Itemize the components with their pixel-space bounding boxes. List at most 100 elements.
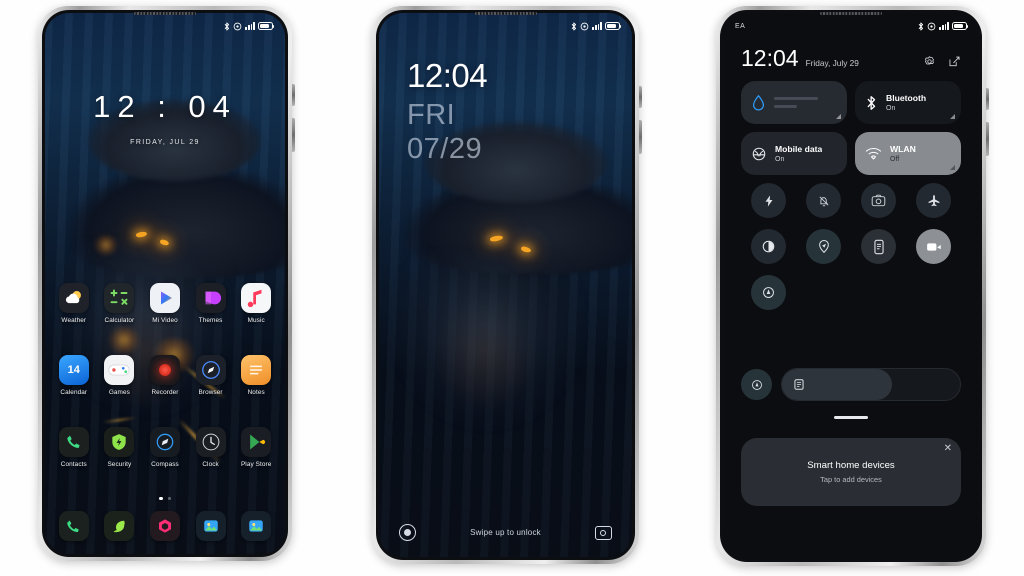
app-label: Music [247,317,265,324]
app-grid-row1: Weather Calculator Mi Video Themes Music [51,283,279,324]
phone-device-lock: 12:04 FRI 07/29 Swipe up to unlock [372,6,642,564]
home-date: FRIDAY, JUL 29 [130,139,200,146]
app-music[interactable]: Music [233,283,279,324]
tile-title: Bluetooth [886,93,927,103]
airplane-mode-icon [928,194,939,206]
bluetooth-icon [867,95,876,110]
app-label: Calculator [104,317,135,324]
scene: 12 : 04 FRIDAY, JUL 29 Weather Calculato… [0,0,1024,576]
toggle-screenshot[interactable] [861,183,896,218]
flashlight-icon [765,194,772,207]
app-games[interactable]: Games [97,355,143,396]
toggle-cast-screen[interactable] [861,229,896,264]
clock-icon [195,427,226,457]
screenshot-icon [871,194,886,207]
quick-settings-tiles: Bluetooth On Mobile data On WLAN Off [741,81,961,175]
assistant-icon[interactable] [399,524,416,541]
dock [51,511,279,541]
drag-handle[interactable] [723,416,979,419]
signal-bars-icon [939,22,949,30]
status-icons [571,22,622,31]
control-center-header: 12:04 Friday, July 29 [741,47,961,70]
status-icons [224,22,275,31]
dock-gallery-icon[interactable] [195,511,226,541]
control-center-screen: EA 12:04 Friday, July 29 Bluetooth On Mo… [723,13,979,559]
edit-icon[interactable] [948,55,961,68]
camera-icon[interactable] [594,525,612,540]
app-themes[interactable]: Themes [188,283,234,324]
app-notes[interactable]: Notes [233,355,279,396]
app-clock[interactable]: Clock [188,427,234,468]
auto-brightness-icon [751,379,762,390]
battery-icon [258,22,275,30]
smart-home-card[interactable]: ✕ Smart home devices Tap to add devices [741,438,961,506]
tile-placeholder-lines [774,97,837,108]
carrier-label: EA [735,22,746,30]
themes-icon [195,283,226,313]
dark-mode-icon [762,240,775,253]
notes-icon [241,355,272,385]
alarm-icon [233,22,242,30]
app-play-store[interactable]: Play Store [233,427,279,468]
close-icon[interactable]: ✕ [944,444,952,454]
app-weather[interactable]: Weather [51,283,97,324]
alarm-icon [580,22,589,30]
app-label: Recorder [151,389,179,396]
toggle-flashlight[interactable] [751,183,786,218]
tile-wlan[interactable]: WLAN Off [855,132,961,175]
cc-header-actions [923,55,961,70]
auto-rotate-icon [763,287,774,298]
tile-bluetooth[interactable]: Bluetooth On [855,81,961,124]
toggle-silent[interactable] [806,183,841,218]
status-icons [918,22,969,31]
dock-hexagon-icon[interactable] [149,511,180,541]
brightness-slider[interactable] [781,368,961,401]
app-label: Notes [247,389,265,396]
tile-title: Mobile data [775,144,823,154]
page-indicator [45,497,285,501]
app-label: Browser [198,389,223,396]
mi-video-icon [149,283,180,313]
tile-title: WLAN [890,144,916,154]
wallpaper [379,13,632,557]
toggle-auto-rotate[interactable] [751,275,786,310]
earpiece-speaker [134,12,196,15]
tile-subtitle: Off [890,156,900,163]
app-calculator[interactable]: Calculator [97,283,143,324]
app-calendar[interactable]: 14 Calendar [51,355,97,396]
app-browser[interactable]: Browser [188,355,234,396]
dock-gallery-icon-2[interactable] [241,511,272,541]
page-dot[interactable] [167,497,171,501]
settings-gear-icon[interactable] [923,55,936,68]
toggle-dark-mode[interactable] [751,229,786,264]
calculator-icon [104,283,135,313]
dock-messages-icon[interactable] [104,511,135,541]
app-mi-video[interactable]: Mi Video [142,283,188,324]
wifi-icon [865,147,882,159]
page-dot-active[interactable] [159,497,163,501]
app-label: Games [108,389,130,396]
location-icon [818,240,829,254]
app-security[interactable]: Security [97,427,143,468]
toggle-auto-brightness[interactable] [741,369,772,400]
app-compass[interactable]: Compass [142,427,188,468]
app-contacts[interactable]: Contacts [51,427,97,468]
dock-phone-icon[interactable] [58,511,89,541]
slider-row [741,368,961,401]
toggle-screen-record[interactable] [916,229,951,264]
recorder-icon [149,355,180,385]
home-clock: 12 : 04 [93,89,237,124]
phone-device-home: 12 : 04 FRIDAY, JUL 29 Weather Calculato… [38,6,295,561]
toggle-airplane-mode[interactable] [916,183,951,218]
app-label: Weather [61,317,87,324]
tile-mobile-data[interactable]: Mobile data On [741,132,847,175]
calendar-icon: 14 [58,355,89,385]
lock-bottom-bar: Swipe up to unlock [379,524,632,541]
earpiece-speaker [820,12,882,15]
bluetooth-icon [571,22,577,30]
lock-day-of-week: FRI [407,99,456,131]
app-recorder[interactable]: Recorder [142,355,188,396]
tile-data-plan[interactable] [741,81,847,124]
mobile-data-icon [752,147,766,160]
toggle-location[interactable] [806,229,841,264]
